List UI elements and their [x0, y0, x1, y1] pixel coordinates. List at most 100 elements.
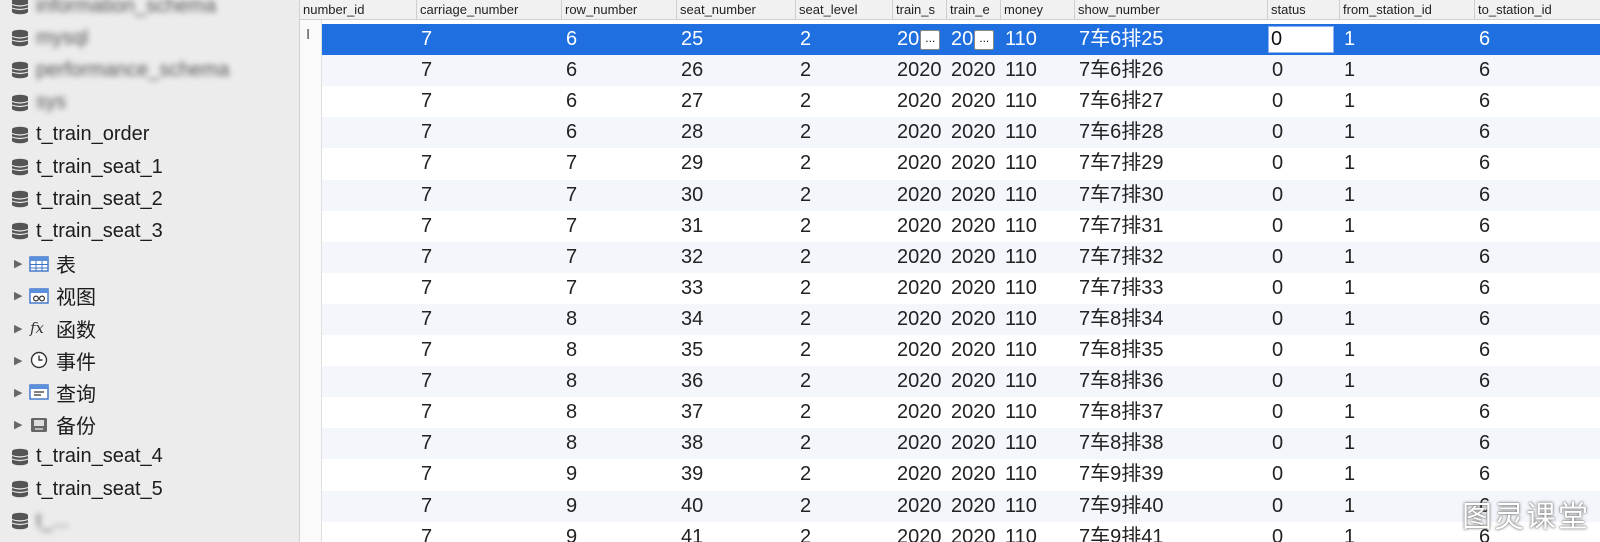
status-cell[interactable]: 0: [1272, 117, 1340, 148]
level-cell[interactable]: 2: [800, 86, 893, 117]
level-cell[interactable]: 2: [800, 304, 893, 335]
money-cell[interactable]: 110: [1005, 335, 1075, 366]
seat-cell[interactable]: 33: [681, 273, 796, 304]
row-cell[interactable]: 9: [566, 491, 677, 522]
row-cell[interactable]: 7: [566, 242, 677, 273]
row-cell[interactable]: 8: [566, 366, 677, 397]
show-number-cell[interactable]: 7车7排29: [1079, 148, 1268, 179]
train-end-cell[interactable]: 2020: [951, 522, 1001, 542]
to-station-cell[interactable]: 6: [1479, 397, 1600, 428]
to-station-cell[interactable]: 6: [1479, 335, 1600, 366]
train-end-cell[interactable]: 2020: [951, 55, 1001, 86]
table-row[interactable]: 7 7 33 2 2020 2020 110 7车7排33 0 1 6: [322, 273, 1600, 304]
train-end-cell[interactable]: 2020: [951, 117, 1001, 148]
row-cell[interactable]: 9: [566, 459, 677, 490]
money-cell[interactable]: 110: [1005, 273, 1075, 304]
column-header-train-s[interactable]: train_s: [893, 0, 947, 20]
carriage-cell[interactable]: 7: [421, 242, 562, 273]
seat-cell[interactable]: 40: [681, 491, 796, 522]
carriage-cell[interactable]: 7: [421, 86, 562, 117]
from-station-cell[interactable]: 1: [1344, 148, 1475, 179]
show-number-cell[interactable]: 7车7排31: [1079, 211, 1268, 242]
train-start-cell[interactable]: 2020: [897, 86, 947, 117]
ellipsis-button[interactable]: ...: [974, 29, 995, 50]
show-number-cell[interactable]: 7车7排33: [1079, 273, 1268, 304]
seat-cell[interactable]: 26: [681, 55, 796, 86]
category-item-view[interactable]: ▶ 视图: [14, 280, 96, 312]
column-header-status[interactable]: status: [1268, 0, 1340, 20]
level-cell[interactable]: 2: [800, 24, 893, 55]
train-end-cell[interactable]: 2020: [951, 86, 1001, 117]
row-cell[interactable]: 6: [566, 86, 677, 117]
database-item[interactable]: performance_schema: [10, 54, 229, 86]
category-item-query[interactable]: ▶ 查询: [14, 376, 96, 408]
row-cell[interactable]: 9: [566, 522, 677, 542]
train-end-cell[interactable]: 2020: [951, 335, 1001, 366]
level-cell[interactable]: 2: [800, 148, 893, 179]
money-cell[interactable]: 110: [1005, 304, 1075, 335]
expand-arrow-icon[interactable]: ▶: [14, 386, 28, 399]
show-number-cell[interactable]: 7车9排39: [1079, 459, 1268, 490]
table-row[interactable]: 7 8 38 2 2020 2020 110 7车8排38 0 1 6: [322, 428, 1600, 460]
train-start-cell[interactable]: 2020: [897, 117, 947, 148]
carriage-cell[interactable]: 7: [421, 428, 562, 459]
category-item-function[interactable]: ▶ fx 函数: [14, 312, 96, 344]
level-cell[interactable]: 2: [800, 180, 893, 211]
seat-cell[interactable]: 36: [681, 366, 796, 397]
table-row[interactable]: 7 9 41 2 2020 2020 110 7车9排41 0 1 6: [322, 522, 1600, 542]
status-cell[interactable]: 0: [1272, 273, 1340, 304]
seat-cell[interactable]: 38: [681, 428, 796, 459]
money-cell[interactable]: 110: [1005, 55, 1075, 86]
expand-arrow-icon[interactable]: ▶: [14, 418, 28, 431]
train-end-cell[interactable]: 20...: [951, 24, 1001, 55]
to-station-cell[interactable]: 6: [1479, 86, 1600, 117]
category-item-backup[interactable]: ▶ 备份: [14, 409, 96, 441]
to-station-cell[interactable]: 6: [1479, 55, 1600, 86]
carriage-cell[interactable]: 7: [421, 24, 562, 55]
expand-arrow-icon[interactable]: ▶: [14, 354, 28, 367]
show-number-cell[interactable]: 7车6排25: [1079, 24, 1268, 55]
row-cell[interactable]: 8: [566, 428, 677, 459]
row-cell[interactable]: 8: [566, 397, 677, 428]
carriage-cell[interactable]: 7: [421, 180, 562, 211]
train-end-cell[interactable]: 2020: [951, 273, 1001, 304]
seat-cell[interactable]: 27: [681, 86, 796, 117]
table-row[interactable]: 7 7 30 2 2020 2020 110 7车7排30 0 1 6: [322, 179, 1600, 211]
train-start-cell[interactable]: 2020: [897, 242, 947, 273]
database-item[interactable]: t_train_seat_5: [10, 473, 163, 505]
train-start-cell[interactable]: 2020: [897, 211, 947, 242]
carriage-cell[interactable]: 7: [421, 211, 562, 242]
carriage-cell[interactable]: 7: [421, 55, 562, 86]
expand-arrow-icon[interactable]: ▶: [14, 257, 28, 270]
train-end-cell[interactable]: 2020: [951, 491, 1001, 522]
train-end-cell[interactable]: 2020: [951, 211, 1001, 242]
carriage-cell[interactable]: 7: [421, 304, 562, 335]
from-station-cell[interactable]: 1: [1344, 304, 1475, 335]
to-station-cell[interactable]: 6: [1479, 211, 1600, 242]
expand-arrow-icon[interactable]: ▶: [14, 322, 28, 335]
status-cell[interactable]: 0: [1272, 86, 1340, 117]
train-start-cell[interactable]: 2020: [897, 148, 947, 179]
money-cell[interactable]: 110: [1005, 86, 1075, 117]
to-station-cell[interactable]: 6: [1479, 180, 1600, 211]
money-cell[interactable]: 110: [1005, 117, 1075, 148]
level-cell[interactable]: 2: [800, 117, 893, 148]
seat-cell[interactable]: 32: [681, 242, 796, 273]
column-header-carriage-number[interactable]: carriage_number: [417, 0, 562, 20]
money-cell[interactable]: 110: [1005, 459, 1075, 490]
database-item[interactable]: t_...: [10, 505, 69, 537]
train-end-cell[interactable]: 2020: [951, 366, 1001, 397]
train-start-cell[interactable]: 2020: [897, 366, 947, 397]
seat-cell[interactable]: 37: [681, 397, 796, 428]
level-cell[interactable]: 2: [800, 428, 893, 459]
database-item[interactable]: t_train_order: [10, 119, 149, 151]
level-cell[interactable]: 2: [800, 397, 893, 428]
train-start-cell[interactable]: 20...: [897, 24, 947, 55]
table-row[interactable]: 7 9 39 2 2020 2020 110 7车9排39 0 1 6: [322, 459, 1600, 490]
category-item-event[interactable]: ▶ 事件: [14, 344, 96, 376]
table-row[interactable]: 7 7 29 2 2020 2020 110 7车7排29 0 1 6: [322, 148, 1600, 179]
from-station-cell[interactable]: 1: [1344, 335, 1475, 366]
seat-cell[interactable]: 29: [681, 148, 796, 179]
show-number-cell[interactable]: 7车6排28: [1079, 117, 1268, 148]
train-start-cell[interactable]: 2020: [897, 459, 947, 490]
